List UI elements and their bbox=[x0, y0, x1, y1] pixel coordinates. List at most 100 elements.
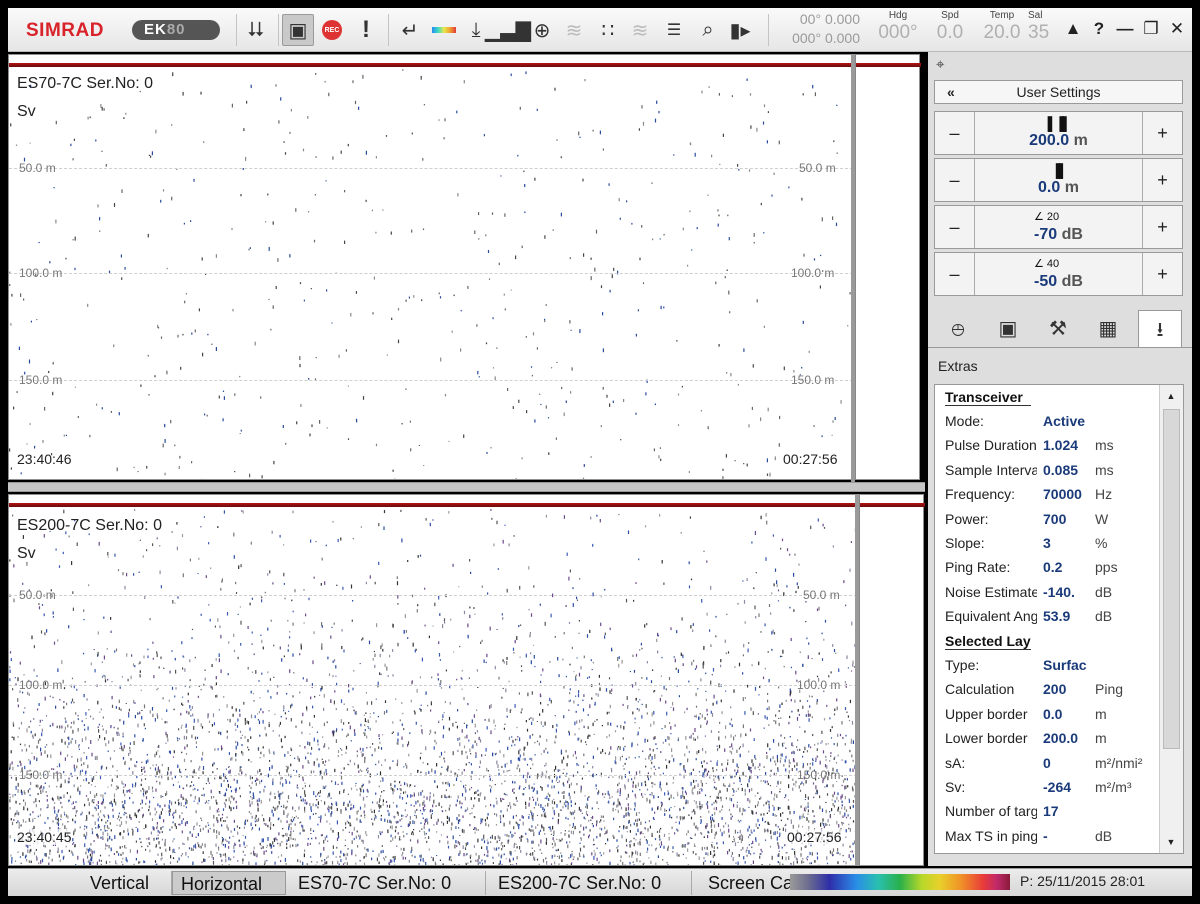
gain2-increase-button[interactable]: + bbox=[1142, 253, 1182, 295]
row-value: 1.024 bbox=[1043, 437, 1079, 454]
tab-setup[interactable]: ⚒ bbox=[1036, 310, 1080, 348]
panel-tabs: ⦺ ▣ ⚒ ▦ ⭳ bbox=[928, 308, 1192, 348]
tab-display[interactable]: ▣ bbox=[986, 310, 1030, 348]
tab-horizontal[interactable]: Horizontal bbox=[172, 871, 286, 895]
extras-scrollbar[interactable]: ▲ ▼ bbox=[1159, 385, 1183, 853]
collapse-icon[interactable]: ⮇ bbox=[240, 14, 272, 46]
tab-extras[interactable]: ⭳ bbox=[1138, 310, 1182, 348]
restore-icon[interactable]: ❐ bbox=[1140, 16, 1162, 42]
gain1-display[interactable]: ∠ 20 -70 dB bbox=[976, 206, 1141, 248]
model-prefix: EK bbox=[144, 21, 167, 38]
gain2-decrease-button[interactable]: – bbox=[935, 253, 975, 295]
start-decrease-button[interactable]: – bbox=[935, 159, 975, 201]
layer-chart-icon[interactable]: ≋ bbox=[624, 14, 656, 46]
alert-icon[interactable]: ! bbox=[350, 14, 382, 46]
ping-time: P: 25/11/2015 28:01 bbox=[1020, 873, 1146, 889]
close-icon[interactable]: ✕ bbox=[1166, 16, 1188, 42]
extras-row: Calculation 200 Ping bbox=[945, 681, 1161, 703]
color-scale-icon[interactable] bbox=[428, 14, 460, 46]
tab-vertical[interactable]: Vertical bbox=[82, 871, 172, 895]
target-icon[interactable]: ⊕ bbox=[526, 14, 558, 46]
extras-list[interactable]: Transceiver Mode: Active Pulse Duration: 1.… bbox=[934, 384, 1184, 854]
range-increase-button[interactable]: + bbox=[1142, 112, 1182, 154]
extras-row: Max TS in ping - dB bbox=[945, 828, 1161, 850]
echogram-variable: Sv bbox=[17, 103, 36, 120]
row-unit: ms bbox=[1095, 437, 1114, 454]
row-label: Type: bbox=[945, 657, 980, 673]
gauge-value: 000° bbox=[878, 22, 918, 43]
color-palette-bar bbox=[790, 874, 1010, 890]
row-label: Sample Interval: bbox=[945, 461, 1037, 478]
toolbar-separator bbox=[236, 14, 237, 46]
battery-icon[interactable]: ▮▸ bbox=[724, 14, 756, 46]
start-increase-button[interactable]: + bbox=[1142, 159, 1182, 201]
row-label: Slope: bbox=[945, 535, 985, 551]
row-value: 0.0 bbox=[1043, 705, 1063, 722]
tab-layout[interactable]: ▦ bbox=[1086, 310, 1130, 348]
gauge-label: Hdg bbox=[888, 10, 908, 21]
extras-row: Slope: 3% bbox=[945, 535, 1161, 557]
echogram-title: ES200-7C Ser.No: 0 bbox=[17, 517, 162, 534]
echogram-bottom-sidebar bbox=[859, 494, 925, 866]
gain1-increase-button[interactable]: + bbox=[1142, 206, 1182, 248]
end-time: 00:27:56 bbox=[783, 451, 838, 467]
row-unit: dB bbox=[1095, 608, 1113, 625]
ek80-logo: EK80 bbox=[132, 20, 220, 40]
extras-row: Type: Surface bbox=[945, 657, 1161, 679]
camera-icon[interactable]: ▣ bbox=[282, 14, 314, 46]
bar-chart-icon[interactable]: ▁▃▇ bbox=[485, 14, 531, 46]
layer-icon[interactable]: ≋ bbox=[558, 14, 590, 46]
pane-splitter-horizontal[interactable] bbox=[8, 482, 925, 492]
depth-gridline bbox=[9, 273, 851, 274]
depth-label-right: 150.0 m bbox=[791, 373, 835, 387]
top-toolbar: SIMRAD EK80 ⮇ ▣ REC ! ↵ ⤓ ▁▃▇ ⊕ ≋ ∷ ≋ ☰ … bbox=[8, 8, 1192, 52]
extras-row: Power: 700 W bbox=[945, 511, 1161, 533]
scroll-up-icon[interactable]: ▲ bbox=[1160, 387, 1182, 405]
numbered-list-icon[interactable]: ☰ bbox=[658, 14, 690, 46]
user-settings-button[interactable]: « User Settings bbox=[934, 80, 1183, 104]
scatter-icon[interactable]: ∷ bbox=[592, 14, 624, 46]
gain2-display[interactable]: ∠ 40 -50 dB bbox=[976, 253, 1141, 295]
echogram-title: ES70-7C Ser.No: 0 bbox=[17, 75, 154, 92]
warning-icon[interactable]: ▲ bbox=[1062, 16, 1084, 42]
tab-es70-echogram[interactable]: ES70-7C Ser.No: 0 bbox=[290, 871, 486, 895]
record-button[interactable]: REC bbox=[316, 14, 348, 46]
gain1-decrease-button[interactable]: – bbox=[935, 206, 975, 248]
row-unit: pps bbox=[1095, 559, 1118, 576]
pin-icon[interactable]: ⌖ bbox=[936, 56, 944, 73]
extras-row: Mode: Active bbox=[945, 413, 1161, 435]
tab-transducer[interactable]: ⦺ bbox=[936, 310, 980, 348]
range-display[interactable]: ▌▐▌ 200.0 m bbox=[976, 112, 1141, 154]
range-decrease-button[interactable]: – bbox=[935, 112, 975, 154]
echogram-variable: Sv bbox=[17, 545, 36, 562]
extras-row: Sample Interval: 0.085 ms bbox=[945, 462, 1161, 484]
row-value: 70000 bbox=[1043, 486, 1082, 503]
ek80-app-window: SIMRAD EK80 ⮇ ▣ REC ! ↵ ⤓ ▁▃▇ ⊕ ≋ ∷ ≋ ☰ … bbox=[0, 0, 1200, 904]
scroll-down-icon[interactable]: ▼ bbox=[1160, 833, 1182, 851]
row-unit: m bbox=[1095, 705, 1107, 722]
row-value: 200.0 bbox=[1043, 730, 1079, 747]
return-icon[interactable]: ↵ bbox=[394, 14, 426, 46]
gauge-label: Sal bbox=[1028, 10, 1043, 21]
toolbar-separator bbox=[388, 14, 389, 46]
tab-screen-capture[interactable]: Screen Capture bbox=[700, 871, 790, 895]
minimize-icon[interactable]: — bbox=[1114, 16, 1136, 42]
start-depth-control: – ▐▌ 0.0 m + bbox=[934, 158, 1183, 202]
scroll-thumb[interactable] bbox=[1163, 409, 1180, 749]
tab-es200-echogram[interactable]: ES200-7C Ser.No: 0 bbox=[490, 871, 692, 895]
row-value: 700 bbox=[1043, 510, 1067, 527]
row-value: 53.9 bbox=[1043, 608, 1071, 625]
temperature-gauge: Temp 20.0 bbox=[976, 10, 1028, 44]
zoom-icon[interactable]: ⌕ bbox=[692, 14, 724, 46]
depth-label-right: 50.0 m bbox=[799, 161, 836, 175]
echogram-bottom[interactable]: ES200-7C Ser.No: 0 Sv 50.0 m 100.0 m 150… bbox=[8, 494, 856, 866]
start-display[interactable]: ▐▌ 0.0 m bbox=[976, 159, 1141, 201]
gauge-label: Spd bbox=[941, 10, 959, 21]
depth-label-left: 150.0 m bbox=[19, 768, 63, 782]
tab-underline bbox=[928, 347, 1192, 348]
echogram-top[interactable]: ES70-7C Ser.No: 0 Sv 50.0 m 100.0 m 150.… bbox=[8, 54, 852, 480]
extras-row: Upper border 0.0 m bbox=[945, 706, 1161, 728]
surface-line bbox=[9, 503, 855, 507]
help-icon[interactable]: ? bbox=[1088, 16, 1110, 42]
start-time: 23:40:45 bbox=[17, 829, 72, 845]
